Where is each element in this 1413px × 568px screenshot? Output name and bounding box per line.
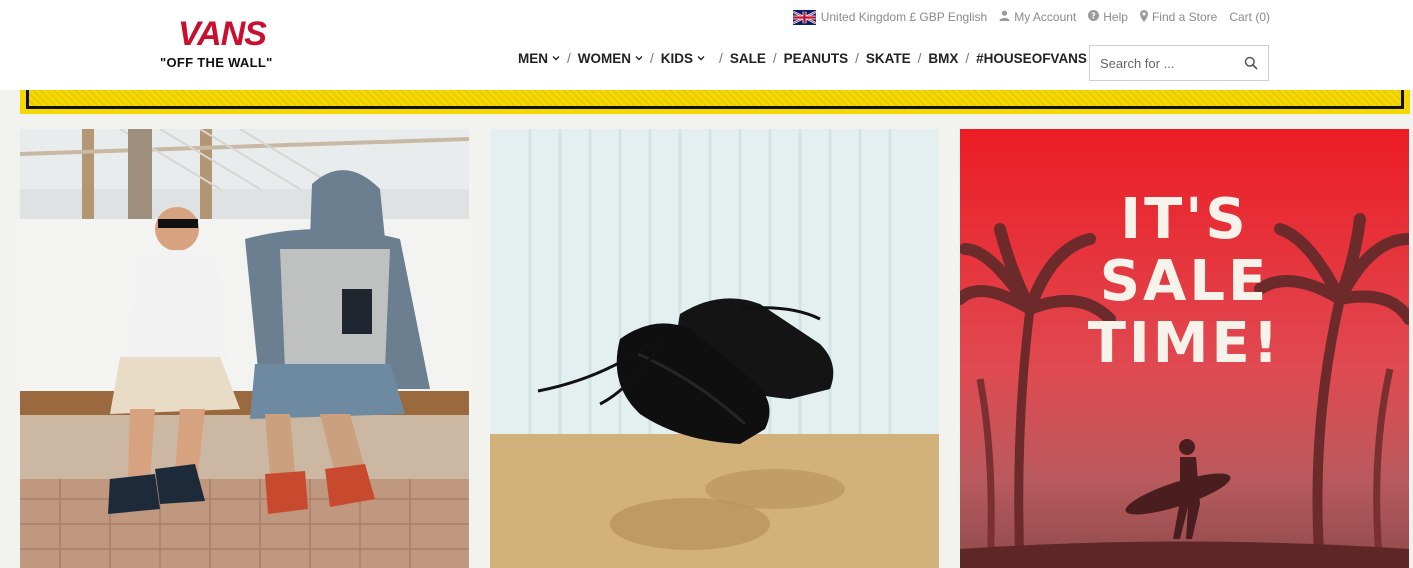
nav-item-kids[interactable]: KIDS [661,51,705,66]
nav-item-houseofvans[interactable]: #HOUSEOFVANS [976,51,1087,66]
nav-item-women[interactable]: WOMEN [578,51,643,66]
locale-selector[interactable]: United Kingdom £ GBP English [792,9,988,25]
nav-label: SKATE [865,50,911,66]
nav-label: PEANUTS [783,50,849,66]
logo-wordmark: VANS [178,15,267,53]
nav-separator: / [772,50,777,66]
nav-separator: / [917,50,922,66]
chevron-down-icon [635,56,643,61]
location-pin-icon [1139,9,1148,25]
nav-label: SALE [729,50,766,66]
chevron-down-icon [552,56,560,61]
logo-tagline: "OFF THE WALL" [160,55,273,70]
black-sneakers-tile[interactable] [490,129,939,568]
cart-label: Cart (0) [1229,10,1270,24]
search-input[interactable] [1090,46,1240,80]
svg-text:?: ? [1091,12,1096,21]
uk-flag-icon [792,9,816,25]
user-icon [999,10,1010,24]
sale-headline-line-3: TIME! [1087,311,1282,376]
sale-promo-tile[interactable]: IT'S SALE TIME! [960,129,1409,568]
main-nav: MEN / WOMEN / KIDS / SALE / PEANUTS / SK… [518,50,1087,66]
cart-link[interactable]: Cart (0) [1229,10,1270,24]
find-store-label: Find a Store [1151,10,1218,24]
nav-item-sale[interactable]: SALE [730,51,766,66]
nav-separator: / [855,50,859,66]
search-box [1089,45,1269,81]
vans-logo[interactable]: VANS "OFF THE WALL" [160,14,294,72]
promo-banner[interactable] [20,90,1410,114]
nav-label: KIDS [660,50,694,66]
black-sneakers-image [490,129,939,568]
nav-item-men[interactable]: MEN [518,51,560,66]
site-header: VANS "OFF THE WALL" United Kingdom £ GBP… [0,0,1413,90]
nav-label: MEN [518,50,548,66]
nav-item-skate[interactable]: SKATE [866,51,911,66]
nav-label: WOMEN [577,50,632,66]
utility-bar: United Kingdom £ GBP English My Account … [792,9,1270,25]
promo-banner-frame [26,90,1404,109]
nav-separator: / [965,50,970,66]
my-account-link[interactable]: My Account [999,10,1076,24]
sale-headline-line-2: SALE [1099,249,1270,314]
nav-separator: / [567,50,571,66]
lifestyle-men-tile[interactable] [20,129,469,568]
sale-headline: IT'S SALE TIME! [960,189,1409,375]
help-link[interactable]: ? Help [1088,10,1128,24]
chevron-down-icon [697,56,705,61]
my-account-label: My Account [1014,10,1077,24]
nav-label: #HOUSEOFVANS [976,50,1087,66]
search-icon[interactable] [1244,56,1258,70]
nav-label: BMX [928,50,959,66]
nav-separator: / [650,50,654,66]
help-icon: ? [1088,10,1100,24]
nav-item-peanuts[interactable]: PEANUTS [784,51,849,66]
sale-headline-line-1: IT'S [1120,187,1249,252]
lifestyle-men-image [20,129,469,568]
nav-separator: / [719,50,723,66]
locale-label: United Kingdom £ GBP English [820,10,988,24]
nav-item-bmx[interactable]: BMX [928,51,958,66]
help-label: Help [1103,10,1128,24]
find-store-link[interactable]: Find a Store [1139,9,1218,25]
